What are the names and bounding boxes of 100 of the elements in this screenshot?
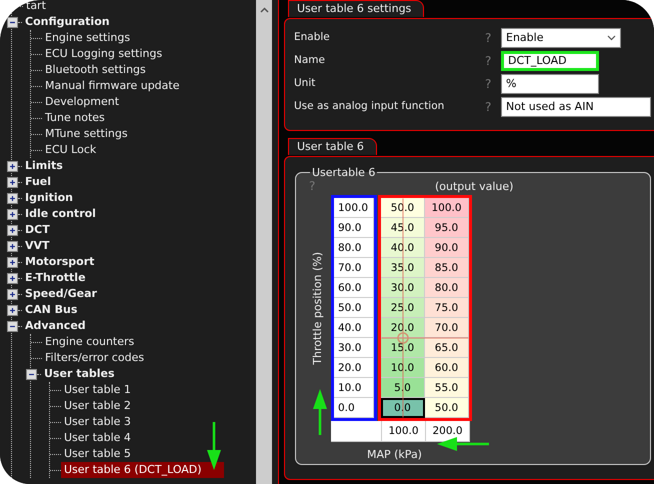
table-cell[interactable]: 65.0 [425,338,469,358]
table-cell[interactable]: 30.0 [381,278,425,298]
help-mark[interactable]: ? [485,98,501,116]
expand-icon[interactable] [7,176,18,188]
tree-item[interactable]: User table 2 [61,398,134,414]
tree-item[interactable]: Development [42,94,122,110]
table-cell[interactable]: 85.0 [425,258,469,278]
table-cell[interactable]: 70.0 [425,318,469,338]
table-cell[interactable]: 35.0 [381,258,425,278]
table-cell[interactable]: 95.0 [425,218,469,238]
tree-item[interactable]: Idle control [22,206,99,222]
tree-item[interactable]: Tune notes [42,110,108,126]
axis-cell[interactable]: 100.0 [382,421,426,442]
axis-cell[interactable]: 90.0 [334,218,374,238]
collapse-icon[interactable] [7,320,18,332]
tree-item[interactable]: Limits [22,158,66,174]
axis-cell[interactable]: 80.0 [334,238,374,258]
axis-cell[interactable]: 50.0 [334,298,374,318]
expand-icon[interactable] [7,288,18,300]
field-label: Enable [293,30,331,46]
expand-icon[interactable] [7,304,18,316]
annotation-arrow [437,436,489,452]
tree-item[interactable]: Configuration [22,14,113,30]
tree-item[interactable]: User table 3 [61,414,134,430]
tree-item[interactable]: User table 4 [61,430,134,446]
expand-icon[interactable] [7,160,18,172]
axis-cell[interactable]: 40.0 [334,318,374,338]
expand-icon[interactable] [7,224,18,236]
table-cell[interactable]: 90.0 [425,238,469,258]
scroll-up-icon[interactable] [260,7,268,13]
input-field[interactable]: DCT_LOAD [501,51,599,72]
tree-item[interactable]: CAN Bus [22,302,80,318]
tree-item[interactable]: E-Throttle [22,270,89,286]
annotation-arrow [206,422,222,472]
group-title: User table 6 [288,138,377,155]
axis-cell[interactable]: 0.0 [334,398,374,418]
tree-item[interactable]: ECU Lock [42,142,100,158]
table-cell[interactable]: 40.0 [381,238,425,258]
axis-cell[interactable]: 30.0 [334,338,374,358]
table-cell[interactable]: 80.0 [425,278,469,298]
input-field[interactable]: % [501,74,599,94]
tree-item[interactable]: Advanced [22,318,89,334]
table-cell[interactable]: 75.0 [425,298,469,318]
dropdown[interactable]: Enable [501,28,621,48]
table-cell[interactable]: 20.0 [381,318,425,338]
tree-item[interactable]: ECU Logging settings [42,46,166,62]
axis-cell[interactable]: 100.0 [334,198,374,218]
x-axis-label: MAP (kPa) [367,447,422,463]
tree-item[interactable]: Speed/Gear [22,286,100,302]
axis-cell[interactable]: 10.0 [334,378,374,398]
table-cell[interactable]: 100.0 [425,198,469,218]
table-cell[interactable]: 50.0 [381,198,425,218]
expand-icon[interactable] [7,256,18,268]
field-label: Use as analog input function [293,99,446,114]
expand-icon[interactable] [7,192,18,204]
group-title: User table 6 settings [288,0,424,17]
tree-item[interactable]: Motorsport [22,254,98,270]
tree-item[interactable]: VVT [22,238,53,254]
table-cell[interactable]: 0.0 [381,398,425,418]
help-mark[interactable]: ? [485,75,501,94]
tree-item[interactable]: Filters/error codes [42,350,148,366]
input-field[interactable]: Not used as AIN [501,97,651,118]
collapse-icon[interactable] [26,368,37,380]
field-label: Unit [293,76,316,92]
axis-cell[interactable]: 20.0 [334,358,374,378]
tree-item[interactable]: User tables [41,366,118,382]
expand-icon[interactable] [7,272,18,284]
tree-item[interactable]: User table 6 (DCT_LOAD) [61,462,224,478]
tree-item[interactable]: DCT [22,222,53,238]
help-mark[interactable]: ? [485,29,501,48]
collapse-icon[interactable] [7,16,18,28]
expand-icon[interactable] [7,240,18,252]
axis-cell[interactable]: 70.0 [334,258,374,278]
tree-item[interactable]: MTune settings [42,126,131,142]
chevron-down-icon [607,35,616,42]
tree-item[interactable]: Ignition [22,190,76,206]
scrollbar[interactable] [256,0,272,484]
table-cell[interactable]: 50.0 [425,398,469,418]
table-cell[interactable]: 60.0 [425,358,469,378]
table-cell[interactable]: 10.0 [381,358,425,378]
y-axis-label: Throttle position (%) [310,252,326,364]
axis-cell[interactable]: 60.0 [334,278,374,298]
axis-cell[interactable]: 200.0 [426,421,470,442]
tree-item[interactable]: Manual firmware update [42,78,182,94]
tree-item[interactable]: Bluetooth settings [42,62,149,78]
tree-item[interactable]: tart [23,0,49,14]
tree-item[interactable]: Fuel [22,174,54,190]
table-cell[interactable]: 5.0 [381,378,425,398]
table-cell[interactable]: 45.0 [381,218,425,238]
expand-icon[interactable] [7,208,18,220]
tree-item[interactable]: User table 1 [61,382,134,398]
tree-item[interactable]: Engine counters [42,334,138,350]
table-cell[interactable]: 55.0 [425,378,469,398]
table-cell[interactable]: 25.0 [381,298,425,318]
help-mark[interactable]: ? [485,52,501,70]
tree-item[interactable]: Engine settings [42,30,134,46]
annotation-arrow [312,389,328,435]
tree-item[interactable]: User table 5 [61,446,134,462]
output-value-label: (output value) [435,178,514,194]
table-cell[interactable]: 15.0 [381,338,425,358]
